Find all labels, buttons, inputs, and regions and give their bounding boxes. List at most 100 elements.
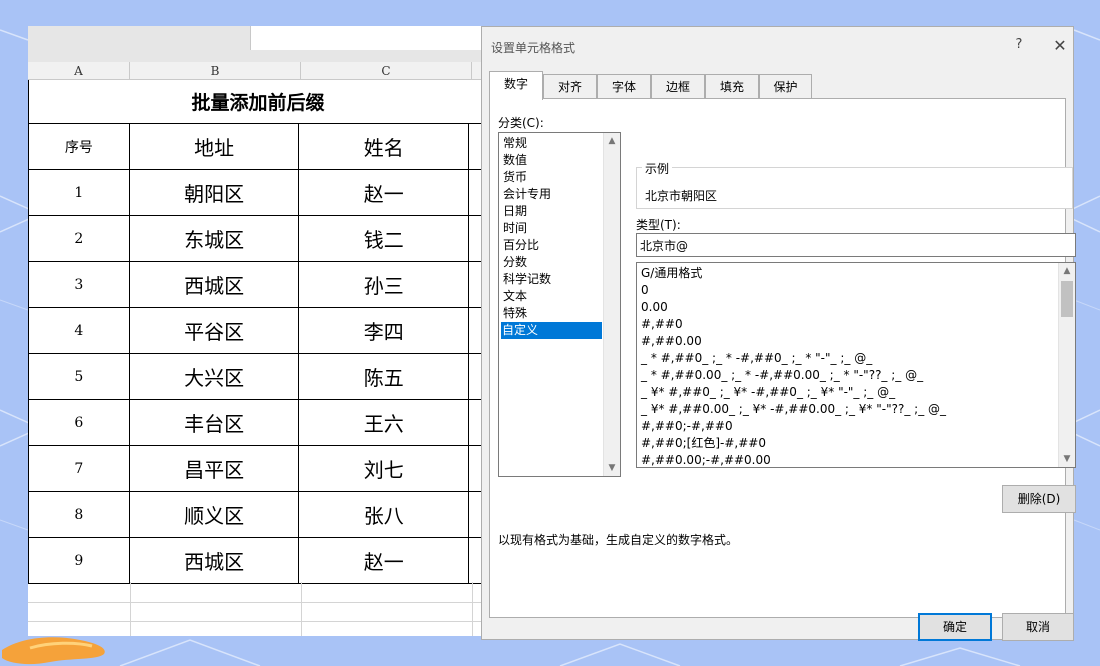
format-item[interactable]: #,##0 xyxy=(641,316,683,333)
cell-address[interactable]: 西城区 xyxy=(128,537,300,584)
cell-address[interactable]: 东城区 xyxy=(128,215,300,262)
category-item[interactable]: 分数 xyxy=(502,254,601,271)
cell-name[interactable]: 赵一 xyxy=(298,537,470,584)
cell-address[interactable]: 顺义区 xyxy=(128,491,300,538)
formula-bar xyxy=(28,26,488,62)
cell-address[interactable]: 西城区 xyxy=(128,261,300,308)
format-item[interactable]: 0 xyxy=(641,282,649,299)
description-text: 以现有格式为基础，生成自定义的数字格式。 xyxy=(498,533,739,547)
category-item[interactable]: 百分比 xyxy=(502,237,601,254)
scroll-up-icon[interactable]: ▲ xyxy=(1059,263,1075,279)
table-row: 2 东城区 钱二 xyxy=(28,215,488,262)
close-icon[interactable]: ✕ xyxy=(1052,36,1068,55)
cell-name[interactable]: 赵一 xyxy=(298,169,470,216)
cell-seq[interactable]: 1 xyxy=(28,169,130,216)
gridline xyxy=(28,621,488,622)
tab-fill[interactable]: 填充 xyxy=(705,74,759,99)
format-item[interactable]: #,##0;-#,##0 xyxy=(641,418,733,435)
table-row: 6 丰台区 王六 xyxy=(28,399,488,446)
table-row: 5 大兴区 陈五 xyxy=(28,353,488,400)
header-address[interactable]: 地址 xyxy=(128,123,300,170)
cell-address[interactable]: 昌平区 xyxy=(128,445,300,492)
cell-seq[interactable]: 7 xyxy=(28,445,130,492)
cell-address[interactable]: 丰台区 xyxy=(128,399,300,446)
tab-protection[interactable]: 保护 xyxy=(759,74,812,99)
table-title[interactable]: 批量添加前后缀 xyxy=(28,80,488,124)
category-item[interactable]: 科学记数 xyxy=(502,271,601,288)
cancel-button[interactable]: 取消 xyxy=(1002,613,1074,641)
category-label: 分类(C): xyxy=(498,116,544,130)
gridline xyxy=(472,582,473,636)
scroll-down-icon[interactable]: ▼ xyxy=(604,460,620,476)
number-tab-panel: 分类(C): 常规 数值 货币 会计专用 日期 时间 百分比 分数 科学记数 文… xyxy=(489,98,1076,618)
delete-button[interactable]: 删除(D) xyxy=(1002,485,1076,513)
category-item[interactable]: 货币 xyxy=(502,169,601,186)
scroll-down-icon[interactable]: ▼ xyxy=(1059,451,1075,467)
header-seq[interactable]: 序号 xyxy=(28,123,130,170)
type-input[interactable] xyxy=(636,233,1076,257)
type-label: 类型(T): xyxy=(636,218,681,232)
category-item[interactable]: 会计专用 xyxy=(502,186,601,203)
sample-group: 北京市朝阳区 xyxy=(636,167,1073,209)
format-item[interactable]: _ * #,##0_ ;_ * -#,##0_ ;_ * "-"_ ;_ @_ xyxy=(641,350,872,367)
data-table: 批量添加前后缀 序号 地址 姓名 1 朝阳区 赵一 2 东城区 钱二 3 西城区… xyxy=(28,80,488,584)
format-item[interactable]: _ ¥* #,##0.00_ ;_ ¥* -#,##0.00_ ;_ ¥* "-… xyxy=(641,401,946,418)
spreadsheet: A B C 批量添加前后缀 序号 地址 姓名 1 朝阳区 赵一 2 东城区 钱二… xyxy=(28,26,488,636)
cell-address[interactable]: 大兴区 xyxy=(128,353,300,400)
gridline xyxy=(301,582,302,636)
format-item[interactable]: 0.00 xyxy=(641,299,668,316)
column-header-c[interactable]: C xyxy=(301,62,472,80)
cell-seq[interactable]: 9 xyxy=(28,537,130,584)
table-row: 8 顺义区 张八 xyxy=(28,491,488,538)
category-item[interactable]: 时间 xyxy=(502,220,601,237)
format-item[interactable]: _ ¥* #,##0_ ;_ ¥* -#,##0_ ;_ ¥* "-"_ ;_ … xyxy=(641,384,895,401)
cell-name[interactable]: 王六 xyxy=(298,399,470,446)
cell-address[interactable]: 朝阳区 xyxy=(128,169,300,216)
format-item[interactable]: #,##0.00;-#,##0.00 xyxy=(641,452,771,467)
cell-seq[interactable]: 4 xyxy=(28,307,130,354)
help-icon[interactable]: ? xyxy=(1012,37,1026,52)
cell-name[interactable]: 陈五 xyxy=(298,353,470,400)
column-header-a[interactable]: A xyxy=(28,62,130,80)
cell-name[interactable]: 张八 xyxy=(298,491,470,538)
category-item[interactable]: 常规 xyxy=(502,135,601,152)
cell-seq[interactable]: 5 xyxy=(28,353,130,400)
category-item[interactable]: 日期 xyxy=(502,203,601,220)
cell-name[interactable]: 李四 xyxy=(298,307,470,354)
cell-seq[interactable]: 6 xyxy=(28,399,130,446)
category-item-selected[interactable]: 自定义 xyxy=(501,322,602,339)
category-item[interactable]: 特殊 xyxy=(502,305,601,322)
formula-input[interactable] xyxy=(250,26,488,50)
format-item[interactable]: G/通用格式 xyxy=(641,265,702,282)
gridline xyxy=(130,582,131,636)
category-scrollbar[interactable]: ▲ ▼ xyxy=(603,133,620,476)
sample-value: 北京市朝阳区 xyxy=(645,189,718,203)
category-item[interactable]: 数值 xyxy=(502,152,601,169)
ok-button[interactable]: 确定 xyxy=(918,613,992,641)
format-item[interactable]: #,##0;[红色]-#,##0 xyxy=(641,435,766,452)
scroll-thumb[interactable] xyxy=(1061,281,1073,317)
tab-alignment[interactable]: 对齐 xyxy=(543,74,597,99)
column-header-b[interactable]: B xyxy=(130,62,301,80)
format-scrollbar[interactable]: ▲ ▼ xyxy=(1058,263,1075,467)
format-list[interactable]: G/通用格式 0 0.00 #,##0 #,##0.00 _ * #,##0_ … xyxy=(636,262,1076,468)
scroll-up-icon[interactable]: ▲ xyxy=(604,133,620,149)
format-item[interactable]: _ * #,##0.00_ ;_ * -#,##0.00_ ;_ * "-"??… xyxy=(641,367,923,384)
cell-seq[interactable]: 2 xyxy=(28,215,130,262)
cell-seq[interactable]: 8 xyxy=(28,491,130,538)
cell-seq[interactable]: 3 xyxy=(28,261,130,308)
gridline xyxy=(28,602,488,603)
category-item[interactable]: 文本 xyxy=(502,288,601,305)
table-row: 7 昌平区 刘七 xyxy=(28,445,488,492)
format-item[interactable]: #,##0.00 xyxy=(641,333,702,350)
category-list[interactable]: 常规 数值 货币 会计专用 日期 时间 百分比 分数 科学记数 文本 特殊 自定… xyxy=(498,132,621,477)
cell-name[interactable]: 孙三 xyxy=(298,261,470,308)
header-name[interactable]: 姓名 xyxy=(298,123,470,170)
tab-border[interactable]: 边框 xyxy=(651,74,705,99)
cell-name[interactable]: 钱二 xyxy=(298,215,470,262)
tab-font[interactable]: 字体 xyxy=(597,74,651,99)
cell-address[interactable]: 平谷区 xyxy=(128,307,300,354)
table-row: 1 朝阳区 赵一 xyxy=(28,169,488,216)
tab-number[interactable]: 数字 xyxy=(489,71,543,100)
cell-name[interactable]: 刘七 xyxy=(298,445,470,492)
